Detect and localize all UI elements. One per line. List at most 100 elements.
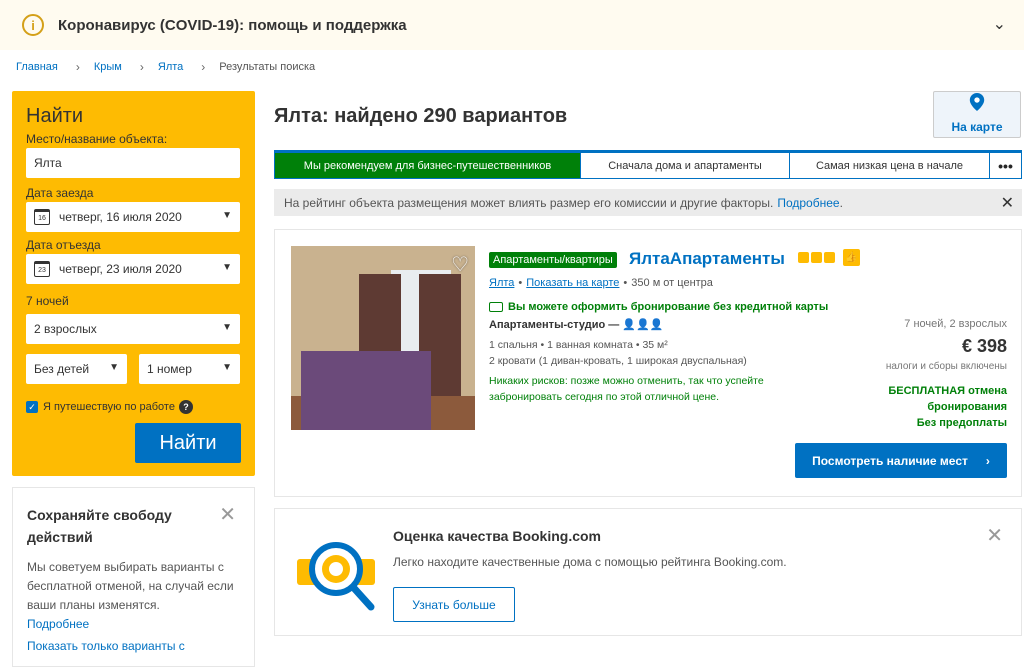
- price-block: 7 ночей, 2 взрослых € 398 налоги и сборы…: [886, 318, 1007, 431]
- star-icon: [798, 252, 809, 263]
- city-link[interactable]: Ялта: [489, 277, 514, 289]
- promo-show-link[interactable]: Показать только варианты с: [27, 639, 240, 653]
- free-cancel-line: Без предоплаты: [916, 417, 1007, 429]
- destination-value: Ялта: [34, 156, 62, 170]
- heart-icon[interactable]: ♡: [451, 252, 469, 277]
- sort-tabs: Мы рекомендуем для бизнес-путешественник…: [274, 150, 1022, 179]
- dot-separator: •: [518, 277, 523, 289]
- business-label: Я путешествую по работе: [43, 401, 175, 413]
- breadcrumb: Главная › Крым › Ялта › Результаты поиск…: [16, 60, 315, 74]
- dot-separator: •: [623, 277, 628, 289]
- star-icon: [811, 252, 822, 263]
- checkin-field[interactable]: 16 четверг, 16 июля 2020 ▼: [26, 202, 240, 232]
- business-travel-checkbox[interactable]: ✓ Я путешествую по работе ?: [26, 400, 241, 414]
- room-details-line: 1 спальня • 1 ванная комната • 35 м²: [489, 339, 668, 351]
- magnifier-icon: [297, 542, 375, 611]
- distance-text: 350 м от центра: [631, 277, 713, 289]
- property-card: ♡ Апартаменты/квартиры ЯлтаАпартаменты 👍…: [274, 229, 1022, 497]
- room-type: Апартаменты-студио — 👤👤👤: [489, 318, 663, 331]
- price: € 398: [961, 336, 1007, 356]
- more-sort-options[interactable]: •••: [990, 153, 1021, 178]
- chevron-down-icon: ▼: [222, 322, 232, 333]
- map-pin-icon: [969, 93, 985, 111]
- chevron-down-icon: ▼: [109, 362, 119, 373]
- map-label: На карте: [951, 120, 1003, 134]
- checkin-value: четверг, 16 июля 2020: [59, 210, 182, 224]
- rooms-select[interactable]: 1 номер ▼: [139, 354, 240, 384]
- checkin-label: Дата заезда: [26, 186, 94, 200]
- checkout-label: Дата отъезда: [26, 238, 101, 252]
- breadcrumb-current: Результаты поиска: [219, 61, 316, 73]
- destination-input[interactable]: Ялта: [26, 148, 240, 178]
- chevron-right-icon: ›: [201, 60, 206, 74]
- calendar-icon: 23: [34, 261, 50, 277]
- free-cancel-line: БЕСПЛАТНАЯ отмена: [888, 385, 1007, 397]
- chevron-down-icon[interactable]: ⌄: [993, 14, 1006, 34]
- nights-count: 7 ночей: [26, 294, 69, 308]
- calendar-icon: 16: [34, 209, 50, 225]
- chevron-down-icon: ▼: [222, 210, 232, 221]
- breadcrumb-home[interactable]: Главная: [16, 61, 58, 73]
- adults-value: 2 взрослых: [34, 322, 97, 336]
- chevron-right-icon: ›: [75, 60, 80, 74]
- results-title: Ялта: найдено 290 вариантов: [274, 105, 568, 127]
- chevron-down-icon: ▼: [222, 262, 232, 273]
- covid-banner[interactable]: i Коронавирус (COVID-19): помощь и подде…: [0, 0, 1024, 50]
- checkout-value: четверг, 23 июля 2020: [59, 262, 182, 276]
- chevron-right-icon: ›: [985, 453, 990, 468]
- breadcrumb-crimea[interactable]: Крым: [94, 61, 122, 73]
- help-icon[interactable]: ?: [178, 400, 193, 414]
- adults-select[interactable]: 2 взрослых ▼: [26, 314, 240, 344]
- notice-link[interactable]: Подробнее: [777, 196, 839, 210]
- room-details-line: 2 кровати (1 диван-кровать, 1 широкая дв…: [489, 355, 747, 367]
- promo-title: Сохраняйте свободу действий: [27, 507, 172, 545]
- close-icon[interactable]: ✕: [1001, 193, 1014, 213]
- taxes-note: налоги и сборы включены: [885, 361, 1007, 372]
- checkout-field[interactable]: 23 четверг, 23 июля 2020 ▼: [26, 254, 240, 284]
- show-on-map-link[interactable]: Показать на карте: [526, 277, 619, 289]
- info-icon: i: [22, 14, 44, 36]
- map-button[interactable]: На карте: [933, 91, 1021, 138]
- no-risk-text: Никаких рисков: позже можно отменить, та…: [489, 375, 764, 403]
- checkbox-checked-icon[interactable]: ✓: [26, 401, 38, 413]
- notice-period: .: [839, 195, 843, 210]
- children-select[interactable]: Без детей ▼: [26, 354, 127, 384]
- destination-label: Место/название объекта:: [26, 132, 168, 146]
- free-cancellation: БЕСПЛАТНАЯ отмена бронирования Без предо…: [886, 383, 1007, 431]
- photo-bed: [301, 351, 431, 430]
- tab-business[interactable]: Мы рекомендуем для бизнес-путешественник…: [275, 153, 581, 178]
- notice-text: На рейтинг объекта размещения может влия…: [284, 195, 774, 210]
- flexibility-promo: Сохраняйте свободу действий ✕ Мы советуе…: [12, 487, 255, 667]
- room-details: 1 спальня • 1 ванная комната • 35 м² 2 к…: [489, 337, 747, 369]
- promo-more-link[interactable]: Подробнее: [27, 617, 240, 631]
- availability-label: Посмотреть наличие мест: [812, 453, 968, 468]
- free-cancel-line: бронирования: [927, 401, 1007, 413]
- quality-rating-card: Оценка качества Booking.com Легко находи…: [274, 508, 1022, 636]
- tab-lowest-price[interactable]: Самая низкая цена в начале: [790, 153, 990, 178]
- price-for: 7 ночей, 2 взрослых: [904, 318, 1007, 330]
- check-availability-button[interactable]: Посмотреть наличие мест ›: [795, 443, 1007, 478]
- star-rating: [798, 252, 835, 263]
- no-credit-card-note: Вы можете оформить бронирование без кред…: [489, 301, 828, 313]
- room-type-text: Апартаменты-студио —: [489, 319, 620, 331]
- credit-card-icon: [489, 302, 503, 312]
- covid-title: Коронавирус (COVID-19): помощь и поддерж…: [58, 16, 407, 34]
- property-photo[interactable]: ♡: [291, 246, 475, 430]
- tab-homes-first[interactable]: Сначала дома и апартаменты: [581, 153, 790, 178]
- chevron-down-icon: ▼: [222, 362, 232, 373]
- close-icon[interactable]: ✕: [986, 523, 1003, 548]
- breadcrumb-yalta[interactable]: Ялта: [158, 61, 183, 73]
- star-icon: [824, 252, 835, 263]
- quality-title: Оценка качества Booking.com: [393, 528, 602, 544]
- close-icon[interactable]: ✕: [219, 502, 236, 527]
- search-button[interactable]: Найти: [135, 423, 241, 463]
- property-name[interactable]: ЯлтаАпартаменты: [629, 249, 785, 269]
- property-type-badge: Апартаменты/квартиры: [489, 252, 617, 268]
- chevron-right-icon: ›: [139, 60, 144, 74]
- ranking-notice: На рейтинг объекта размещения может влия…: [274, 189, 1022, 216]
- thumbs-up-icon: 👍: [843, 249, 860, 266]
- guests-icon: 👤👤👤: [622, 319, 664, 331]
- learn-more-button[interactable]: Узнать больше: [393, 587, 515, 622]
- search-heading: Найти: [26, 105, 84, 127]
- rooms-value: 1 номер: [147, 362, 192, 376]
